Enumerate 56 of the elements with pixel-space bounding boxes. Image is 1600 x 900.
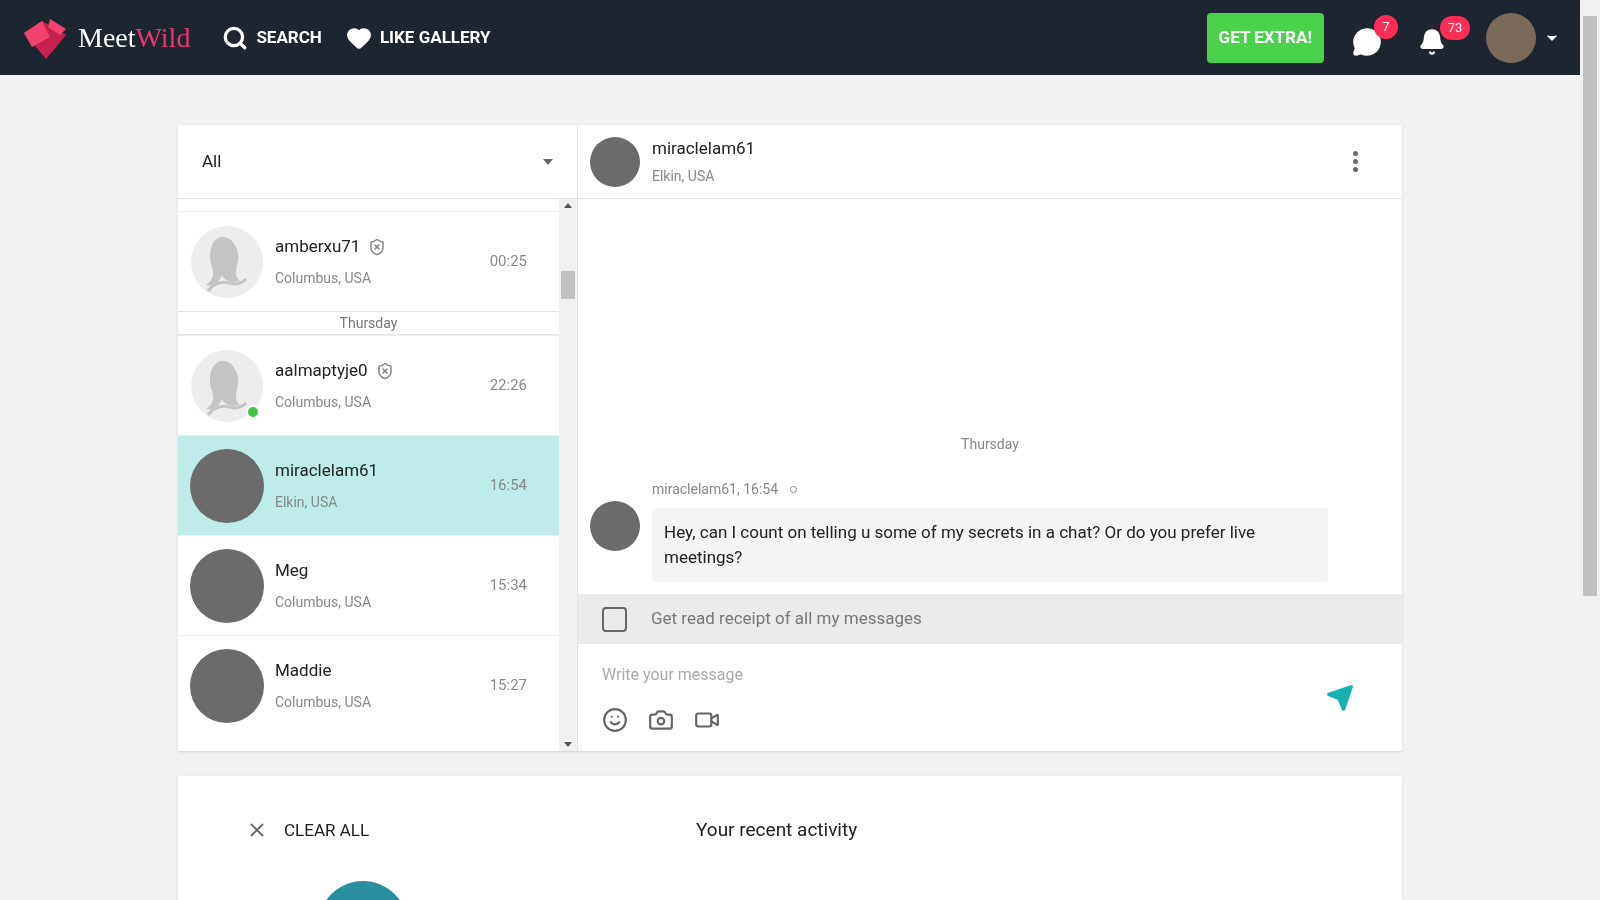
nav-link[interactable]: SEARCH xyxy=(222,24,322,51)
conversation-time: 16:54 xyxy=(489,475,527,497)
contact-name: aalmaptyje0 xyxy=(275,359,368,383)
emoji-icon xyxy=(602,706,628,733)
message-input[interactable]: Write your message xyxy=(602,662,1326,687)
messages-button[interactable]: 7 xyxy=(1348,14,1398,61)
bell-icon xyxy=(1418,27,1446,56)
contact-location: Columbus, USA xyxy=(275,268,373,288)
scrollbar-thumb[interactable] xyxy=(1583,16,1597,596)
conversation-time: 22:26 xyxy=(489,375,527,397)
contact-name: Meg xyxy=(275,559,309,583)
contact-name: Maddie xyxy=(275,659,332,683)
filter-dropdown[interactable]: All xyxy=(178,125,577,199)
avatar-silhouette-icon xyxy=(190,348,264,423)
conversation-time: 00:25 xyxy=(489,251,527,273)
chat-bubble-icon xyxy=(1352,26,1382,57)
contact-location: Columbus, USA xyxy=(275,592,373,612)
photo-placeholder xyxy=(590,136,640,187)
day-separator: Thursday xyxy=(178,311,559,335)
scroll-up-arrow-icon[interactable] xyxy=(564,203,572,208)
search-icon xyxy=(222,24,249,51)
photo-placeholder xyxy=(590,501,640,551)
contact-location: Columbus, USA xyxy=(275,692,373,712)
nav-link[interactable]: LIKE GALLERY xyxy=(345,24,491,51)
read-receipt-label: Get read receipt of all my messages xyxy=(651,607,922,631)
contact-location: Elkin, USA xyxy=(275,492,339,512)
contact-name: miraclelam61 xyxy=(275,459,379,483)
avatar-silhouette-icon xyxy=(190,224,264,299)
chat-partner-name: miraclelam61 xyxy=(652,137,757,161)
caret-icon xyxy=(543,158,553,165)
more-options-icon[interactable] xyxy=(1353,151,1358,172)
conversation-time: 15:34 xyxy=(489,575,527,597)
checkbox[interactable] xyxy=(602,606,627,632)
message-bubble: Hey, can I count on telling u some of my secrets in a chat? Or do you prefer live meetings? xyxy=(652,508,1328,582)
notifications-button[interactable]: 73 xyxy=(1414,15,1470,60)
activity-title: Your recent activity xyxy=(696,817,858,843)
conversation-item[interactable]: miraclelam61 Elkin, USA 16:54 xyxy=(178,435,559,535)
clear-all-button[interactable]: CLEAR ALL xyxy=(246,817,646,843)
logo-text: MeetWild xyxy=(78,20,191,55)
count-badge: 73 xyxy=(1440,15,1470,40)
send-icon xyxy=(1326,683,1354,712)
conversation-item[interactable]: Maddie Columbus, USA 15:27 xyxy=(178,635,559,735)
contact-name: amberxu71 xyxy=(275,235,361,259)
scrollbar[interactable] xyxy=(559,199,577,751)
conversation-item[interactable]: aalmaptyje0 Columbus, USA 22:26 xyxy=(178,335,559,435)
conversation-item[interactable]: amberxu71 Columbus, USA 00:25 xyxy=(178,211,559,311)
message-meta: miraclelam61, 16:54 xyxy=(652,480,779,499)
chat-partner-location: Elkin, USA xyxy=(652,166,716,186)
contact-location: Columbus, USA xyxy=(275,392,373,412)
day-label: Thursday xyxy=(961,435,1019,454)
read-receipt-row[interactable]: Get read receipt of all my messages xyxy=(578,594,1402,644)
conversation-time: 15:27 xyxy=(489,675,527,697)
scrollbar-thumb[interactable] xyxy=(561,271,575,299)
count-badge: 7 xyxy=(1374,14,1398,39)
conversation-item[interactable]: Meg Columbus, USA 15:34 xyxy=(178,535,559,635)
scroll-down-arrow-icon[interactable] xyxy=(564,742,572,747)
